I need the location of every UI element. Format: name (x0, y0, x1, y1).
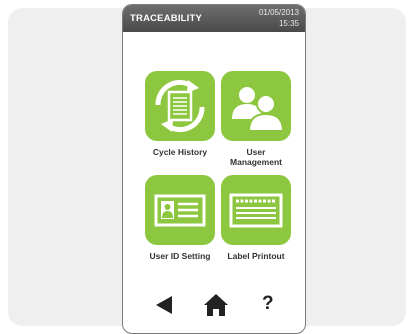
label-printout-label: Label Printout (227, 251, 285, 261)
cycle-history-icon (155, 79, 205, 133)
user-management-label: User Management (214, 147, 298, 167)
cycle-history-label: Cycle History (152, 147, 208, 157)
header-date: 01/05/2013 (258, 8, 299, 17)
app-title: TRACEABILITY (130, 13, 203, 24)
label-printout-icon (229, 193, 283, 228)
back-arrow-icon[interactable] (155, 295, 173, 315)
label-printout-button[interactable] (221, 175, 291, 245)
user-id-setting-button[interactable] (145, 175, 215, 245)
user-management-icon (232, 87, 285, 132)
user-management-label-line2: Management (230, 157, 282, 167)
user-id-setting-label: User ID Setting (149, 251, 211, 261)
device-screen: TRACEABILITY 01/05/2013 15:35 Cycle Hist… (122, 4, 306, 334)
help-icon[interactable]: ? (262, 293, 274, 315)
header-time: 15:35 (278, 19, 299, 28)
cycle-history-button[interactable] (145, 71, 215, 141)
user-management-label-line1: User (246, 147, 266, 157)
home-icon[interactable] (203, 293, 229, 317)
user-management-button[interactable] (221, 71, 291, 141)
header-bar: TRACEABILITY 01/05/2013 15:35 (123, 5, 305, 32)
user-id-card-icon (154, 194, 206, 227)
